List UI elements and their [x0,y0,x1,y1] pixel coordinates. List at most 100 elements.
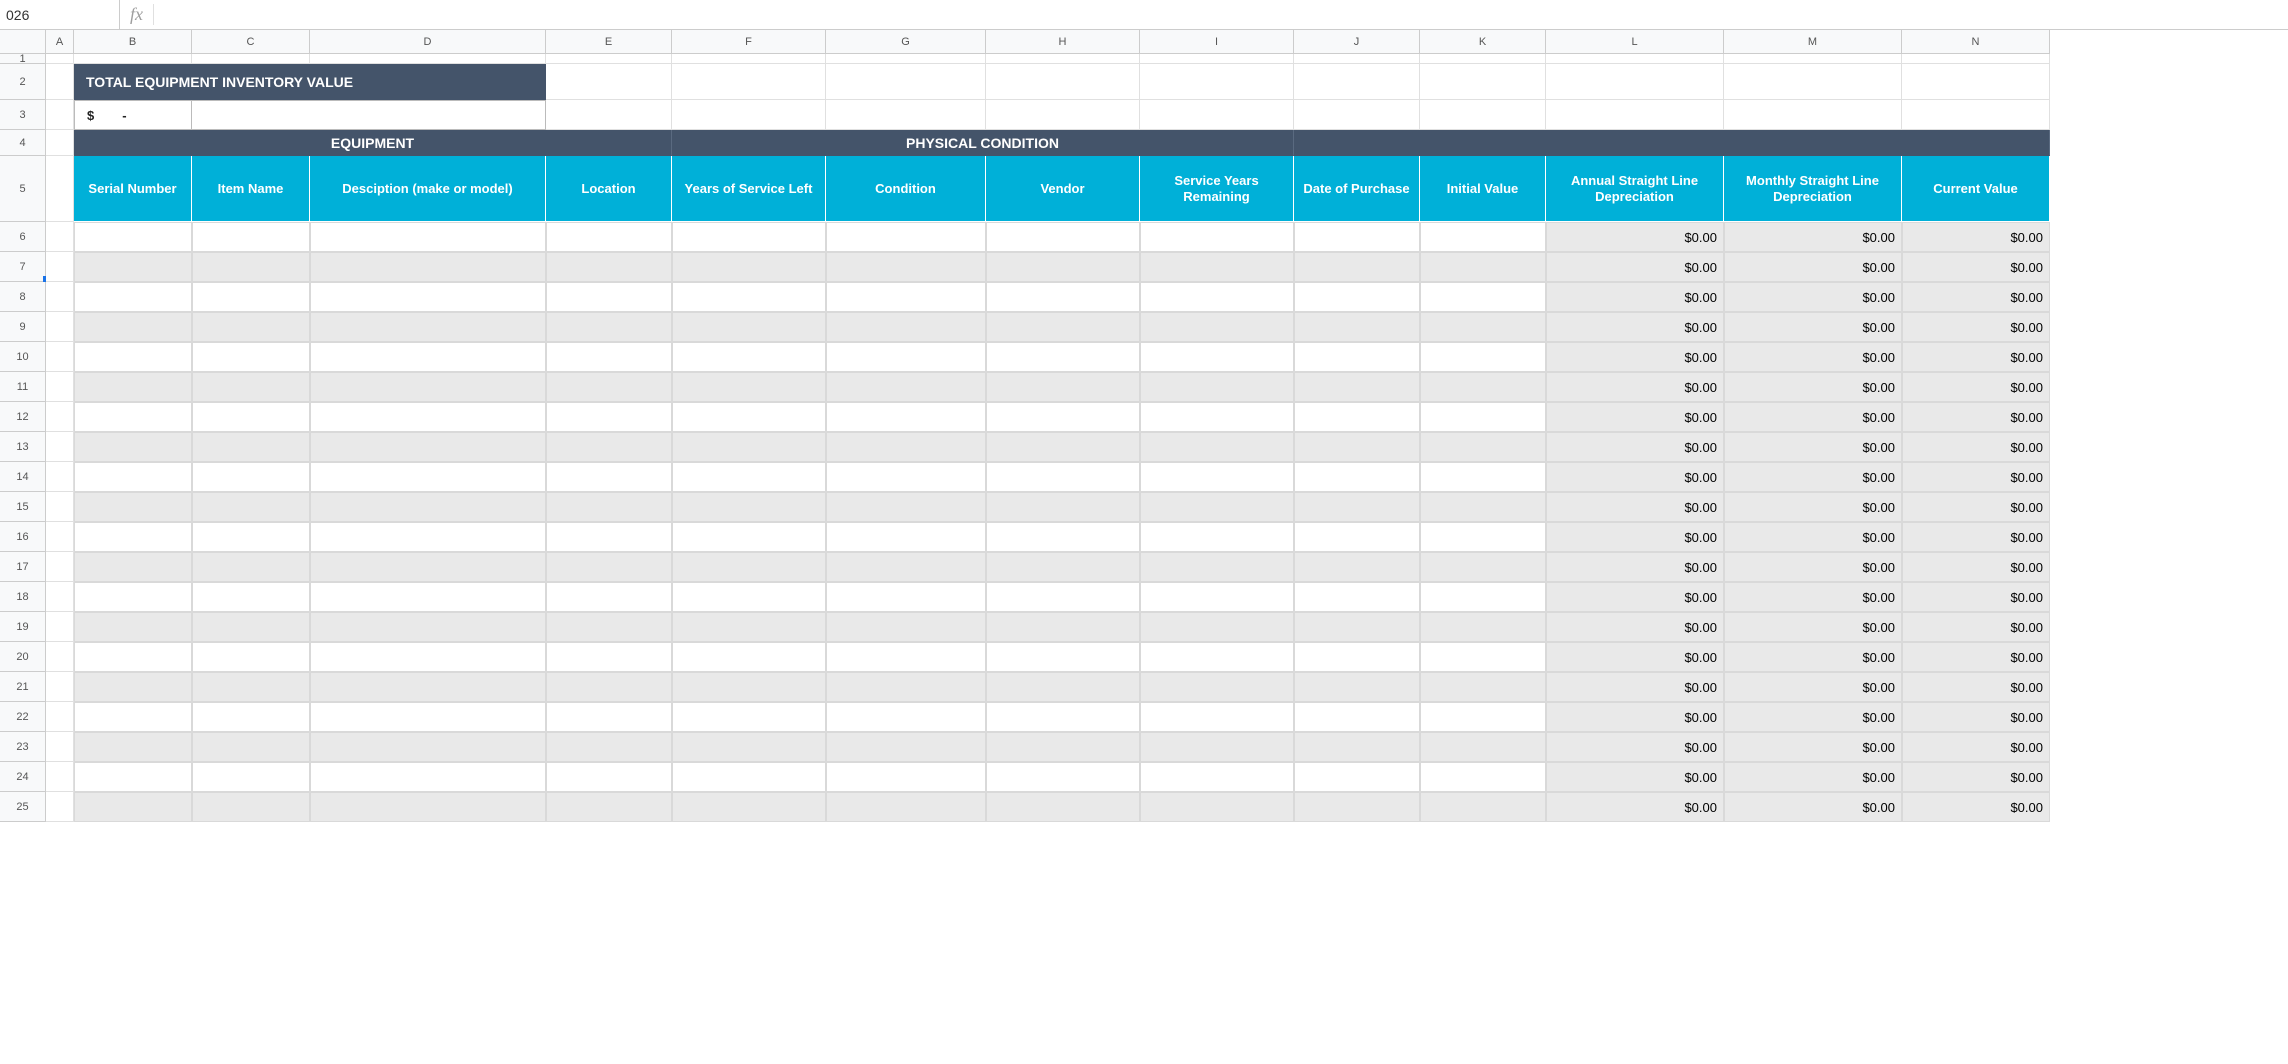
data-cell-r20-c10[interactable] [1420,642,1546,672]
cell-a15[interactable] [46,492,74,522]
cell-a3[interactable] [46,100,74,130]
row-header-9[interactable]: 9 [0,312,45,342]
data-cell-r9-c7[interactable] [986,312,1140,342]
data-cell-r13-c5[interactable] [672,432,826,462]
cell-blank[interactable] [672,64,826,100]
data-cell-r13-c2[interactable] [192,432,310,462]
data-cell-r21-c6[interactable] [826,672,986,702]
data-cell-r17-c11[interactable]: $0.00 [1546,552,1724,582]
data-cell-r11-c3[interactable] [310,372,546,402]
cell-blank[interactable] [1902,64,2050,100]
data-cell-r18-c8[interactable] [1140,582,1294,612]
data-cell-r8-c2[interactable] [192,282,310,312]
data-cell-r6-c6[interactable] [826,222,986,252]
data-cell-r10-c10[interactable] [1420,342,1546,372]
data-cell-r11-c2[interactable] [192,372,310,402]
data-cell-r9-c10[interactable] [1420,312,1546,342]
data-cell-r23-c13[interactable]: $0.00 [1902,732,2050,762]
cell-a10[interactable] [46,342,74,372]
data-cell-r15-c12[interactable]: $0.00 [1724,492,1902,522]
data-cell-r6-c11[interactable]: $0.00 [1546,222,1724,252]
cell-a12[interactable] [46,402,74,432]
data-cell-r12-c8[interactable] [1140,402,1294,432]
data-cell-r9-c8[interactable] [1140,312,1294,342]
data-cell-r7-c9[interactable] [1294,252,1420,282]
cell-a25[interactable] [46,792,74,822]
data-cell-r18-c5[interactable] [672,582,826,612]
data-cell-r14-c9[interactable] [1294,462,1420,492]
data-cell-r6-c12[interactable]: $0.00 [1724,222,1902,252]
data-cell-r11-c11[interactable]: $0.00 [1546,372,1724,402]
data-cell-r7-c10[interactable] [1420,252,1546,282]
data-cell-r12-c12[interactable]: $0.00 [1724,402,1902,432]
data-cell-r20-c1[interactable] [74,642,192,672]
data-cell-r21-c10[interactable] [1420,672,1546,702]
data-cell-r12-c13[interactable]: $0.00 [1902,402,2050,432]
cell-blank[interactable] [546,100,672,130]
data-cell-r10-c6[interactable] [826,342,986,372]
row-header-19[interactable]: 19 [0,612,45,642]
data-cell-r8-c5[interactable] [672,282,826,312]
row-header-14[interactable]: 14 [0,462,45,492]
data-cell-r6-c8[interactable] [1140,222,1294,252]
column-header-F[interactable]: F [672,30,826,53]
data-cell-r21-c1[interactable] [74,672,192,702]
data-cell-r8-c6[interactable] [826,282,986,312]
data-cell-r23-c1[interactable] [74,732,192,762]
cell-blank[interactable] [1724,54,1902,64]
cell-a18[interactable] [46,582,74,612]
row-header-7[interactable]: 7 [0,252,45,282]
row-header-22[interactable]: 22 [0,702,45,732]
cell-a4[interactable] [46,130,74,156]
column-header-J[interactable]: J [1294,30,1420,53]
data-cell-r6-c4[interactable] [546,222,672,252]
row-header-21[interactable]: 21 [0,672,45,702]
data-cell-r14-c1[interactable] [74,462,192,492]
cell-blank[interactable] [826,100,986,130]
data-cell-r18-c7[interactable] [986,582,1140,612]
row-header-20[interactable]: 20 [0,642,45,672]
data-cell-r8-c13[interactable]: $0.00 [1902,282,2050,312]
data-cell-r6-c13[interactable]: $0.00 [1902,222,2050,252]
data-cell-r10-c9[interactable] [1294,342,1420,372]
row-header-11[interactable]: 11 [0,372,45,402]
data-cell-r18-c13[interactable]: $0.00 [1902,582,2050,612]
row-header-8[interactable]: 8 [0,282,45,312]
data-cell-r17-c13[interactable]: $0.00 [1902,552,2050,582]
data-cell-r7-c13[interactable]: $0.00 [1902,252,2050,282]
data-cell-r12-c5[interactable] [672,402,826,432]
data-cell-r11-c6[interactable] [826,372,986,402]
data-cell-r19-c10[interactable] [1420,612,1546,642]
data-cell-r18-c4[interactable] [546,582,672,612]
data-cell-r21-c12[interactable]: $0.00 [1724,672,1902,702]
row-header-1[interactable]: 1 [0,54,45,64]
data-cell-r8-c10[interactable] [1420,282,1546,312]
data-cell-r11-c7[interactable] [986,372,1140,402]
data-cell-r7-c2[interactable] [192,252,310,282]
data-cell-r17-c7[interactable] [986,552,1140,582]
data-cell-r7-c11[interactable]: $0.00 [1546,252,1724,282]
data-cell-r10-c13[interactable]: $0.00 [1902,342,2050,372]
data-cell-r7-c4[interactable] [546,252,672,282]
data-cell-r12-c4[interactable] [546,402,672,432]
data-cell-r13-c1[interactable] [74,432,192,462]
data-cell-r25-c10[interactable] [1420,792,1546,822]
cell-a20[interactable] [46,642,74,672]
data-cell-r16-c1[interactable] [74,522,192,552]
data-cell-r12-c1[interactable] [74,402,192,432]
data-cell-r16-c12[interactable]: $0.00 [1724,522,1902,552]
data-cell-r9-c3[interactable] [310,312,546,342]
row-header-12[interactable]: 12 [0,402,45,432]
data-cell-r15-c11[interactable]: $0.00 [1546,492,1724,522]
data-cell-r20-c12[interactable]: $0.00 [1724,642,1902,672]
data-cell-r18-c1[interactable] [74,582,192,612]
cell-blank[interactable] [74,54,192,64]
data-cell-r13-c11[interactable]: $0.00 [1546,432,1724,462]
cell-a14[interactable] [46,462,74,492]
data-cell-r19-c11[interactable]: $0.00 [1546,612,1724,642]
data-cell-r7-c6[interactable] [826,252,986,282]
data-cell-r14-c8[interactable] [1140,462,1294,492]
data-cell-r15-c4[interactable] [546,492,672,522]
data-cell-r22-c5[interactable] [672,702,826,732]
data-cell-r17-c6[interactable] [826,552,986,582]
